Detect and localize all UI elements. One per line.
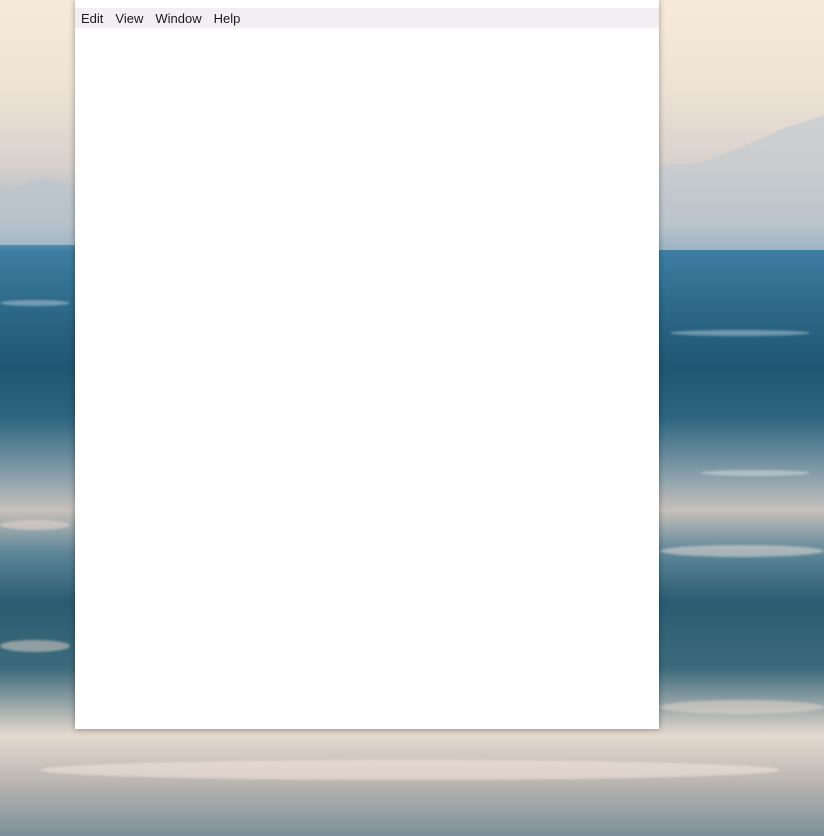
wallpaper-wave: [700, 470, 810, 476]
desktop-wallpaper: Edit View Window Help: [0, 0, 824, 836]
wallpaper-wave: [0, 520, 70, 530]
wallpaper-mountain: [644, 115, 824, 250]
menubar: Edit View Window Help: [75, 9, 659, 28]
wallpaper-wave: [660, 700, 824, 714]
menu-window[interactable]: Window: [155, 9, 201, 28]
menu-view[interactable]: View: [115, 9, 143, 28]
wallpaper-wave: [670, 330, 810, 336]
wallpaper-wave: [0, 640, 70, 652]
window-title-strip[interactable]: [75, 0, 659, 9]
menu-help[interactable]: Help: [214, 9, 241, 28]
window-content-area[interactable]: [75, 28, 659, 729]
menu-edit[interactable]: Edit: [81, 9, 103, 28]
app-window[interactable]: Edit View Window Help: [75, 0, 659, 729]
wallpaper-wave: [40, 760, 780, 780]
wallpaper-wave: [0, 300, 70, 306]
wallpaper-wave: [660, 545, 824, 557]
